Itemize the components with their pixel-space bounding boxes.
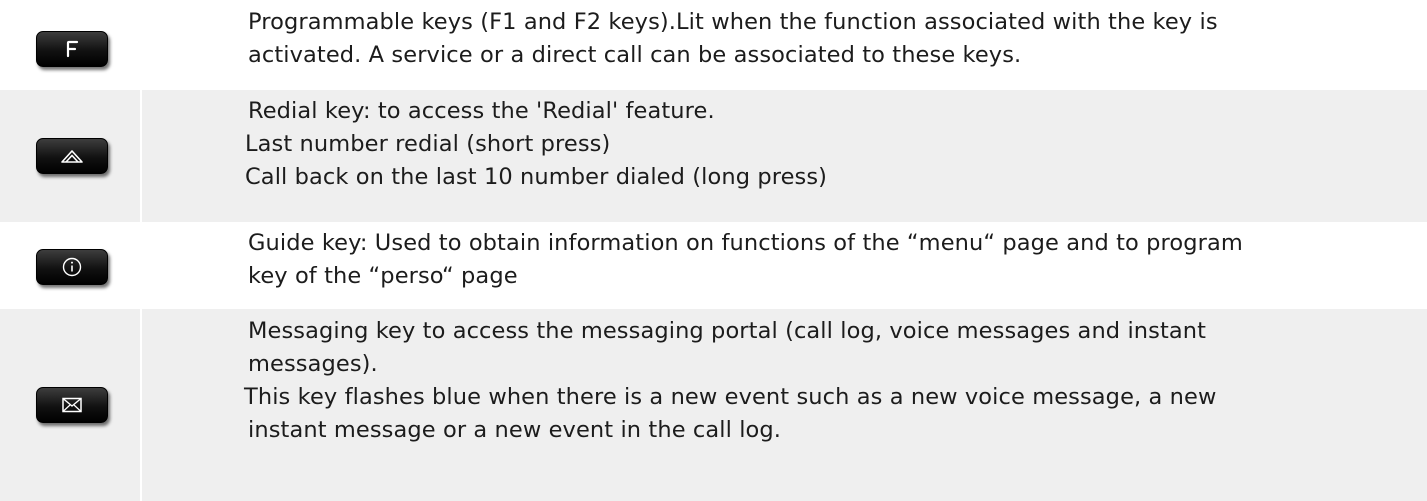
description-line: This key flashes blue when there is a ne…	[244, 384, 1217, 410]
description-line: Last number redial (short press)	[245, 131, 611, 157]
column-divider	[140, 0, 142, 90]
icon-cell	[0, 90, 140, 222]
description-cell: Guide key: Used to obtain information on…	[248, 227, 1243, 293]
description-line: activated. A service or a direct call ca…	[248, 42, 1022, 68]
table-row-messaging-key: Messaging key to access the messaging po…	[0, 309, 1427, 501]
key-description-table: Programmable keys (F1 and F2 keys).Lit w…	[0, 0, 1427, 501]
info-key-button	[36, 249, 108, 285]
column-divider	[140, 309, 142, 501]
redial-key-button	[36, 138, 108, 174]
description-line: Redial key: to access the 'Redial' featu…	[248, 98, 715, 124]
description-line: messages).	[248, 351, 378, 377]
description-line: Programmable keys (F1 and F2 keys).Lit w…	[248, 9, 1218, 35]
icon-cell	[0, 0, 140, 90]
icon-cell	[0, 224, 140, 309]
description-line: Call back on the last 10 number dialed (…	[245, 164, 828, 190]
description-line: instant message or a new event in the ca…	[248, 417, 782, 443]
info-key-icon	[62, 257, 82, 277]
envelope-key-button	[36, 387, 108, 423]
description-cell: Redial key: to access the 'Redial' featu…	[245, 95, 827, 194]
description-cell: Programmable keys (F1 and F2 keys).Lit w…	[248, 6, 1218, 72]
icon-cell	[0, 309, 140, 501]
description-line: key of the “perso“ page	[248, 263, 518, 289]
table-row-guide-key: Guide key: Used to obtain information on…	[0, 222, 1427, 309]
column-divider	[140, 90, 142, 222]
table-row-redial-key: Redial key: to access the 'Redial' featu…	[0, 90, 1427, 222]
table-row-f-key: Programmable keys (F1 and F2 keys).Lit w…	[0, 0, 1427, 90]
column-divider	[140, 224, 142, 309]
description-line: Messaging key to access the messaging po…	[248, 318, 1207, 344]
envelope-key-icon	[62, 397, 82, 413]
redial-key-icon	[61, 150, 83, 163]
f-key-button	[36, 31, 108, 67]
description-line: Guide key: Used to obtain information on…	[248, 230, 1243, 256]
description-cell: Messaging key to access the messaging po…	[244, 315, 1216, 447]
f-key-icon	[66, 40, 79, 58]
